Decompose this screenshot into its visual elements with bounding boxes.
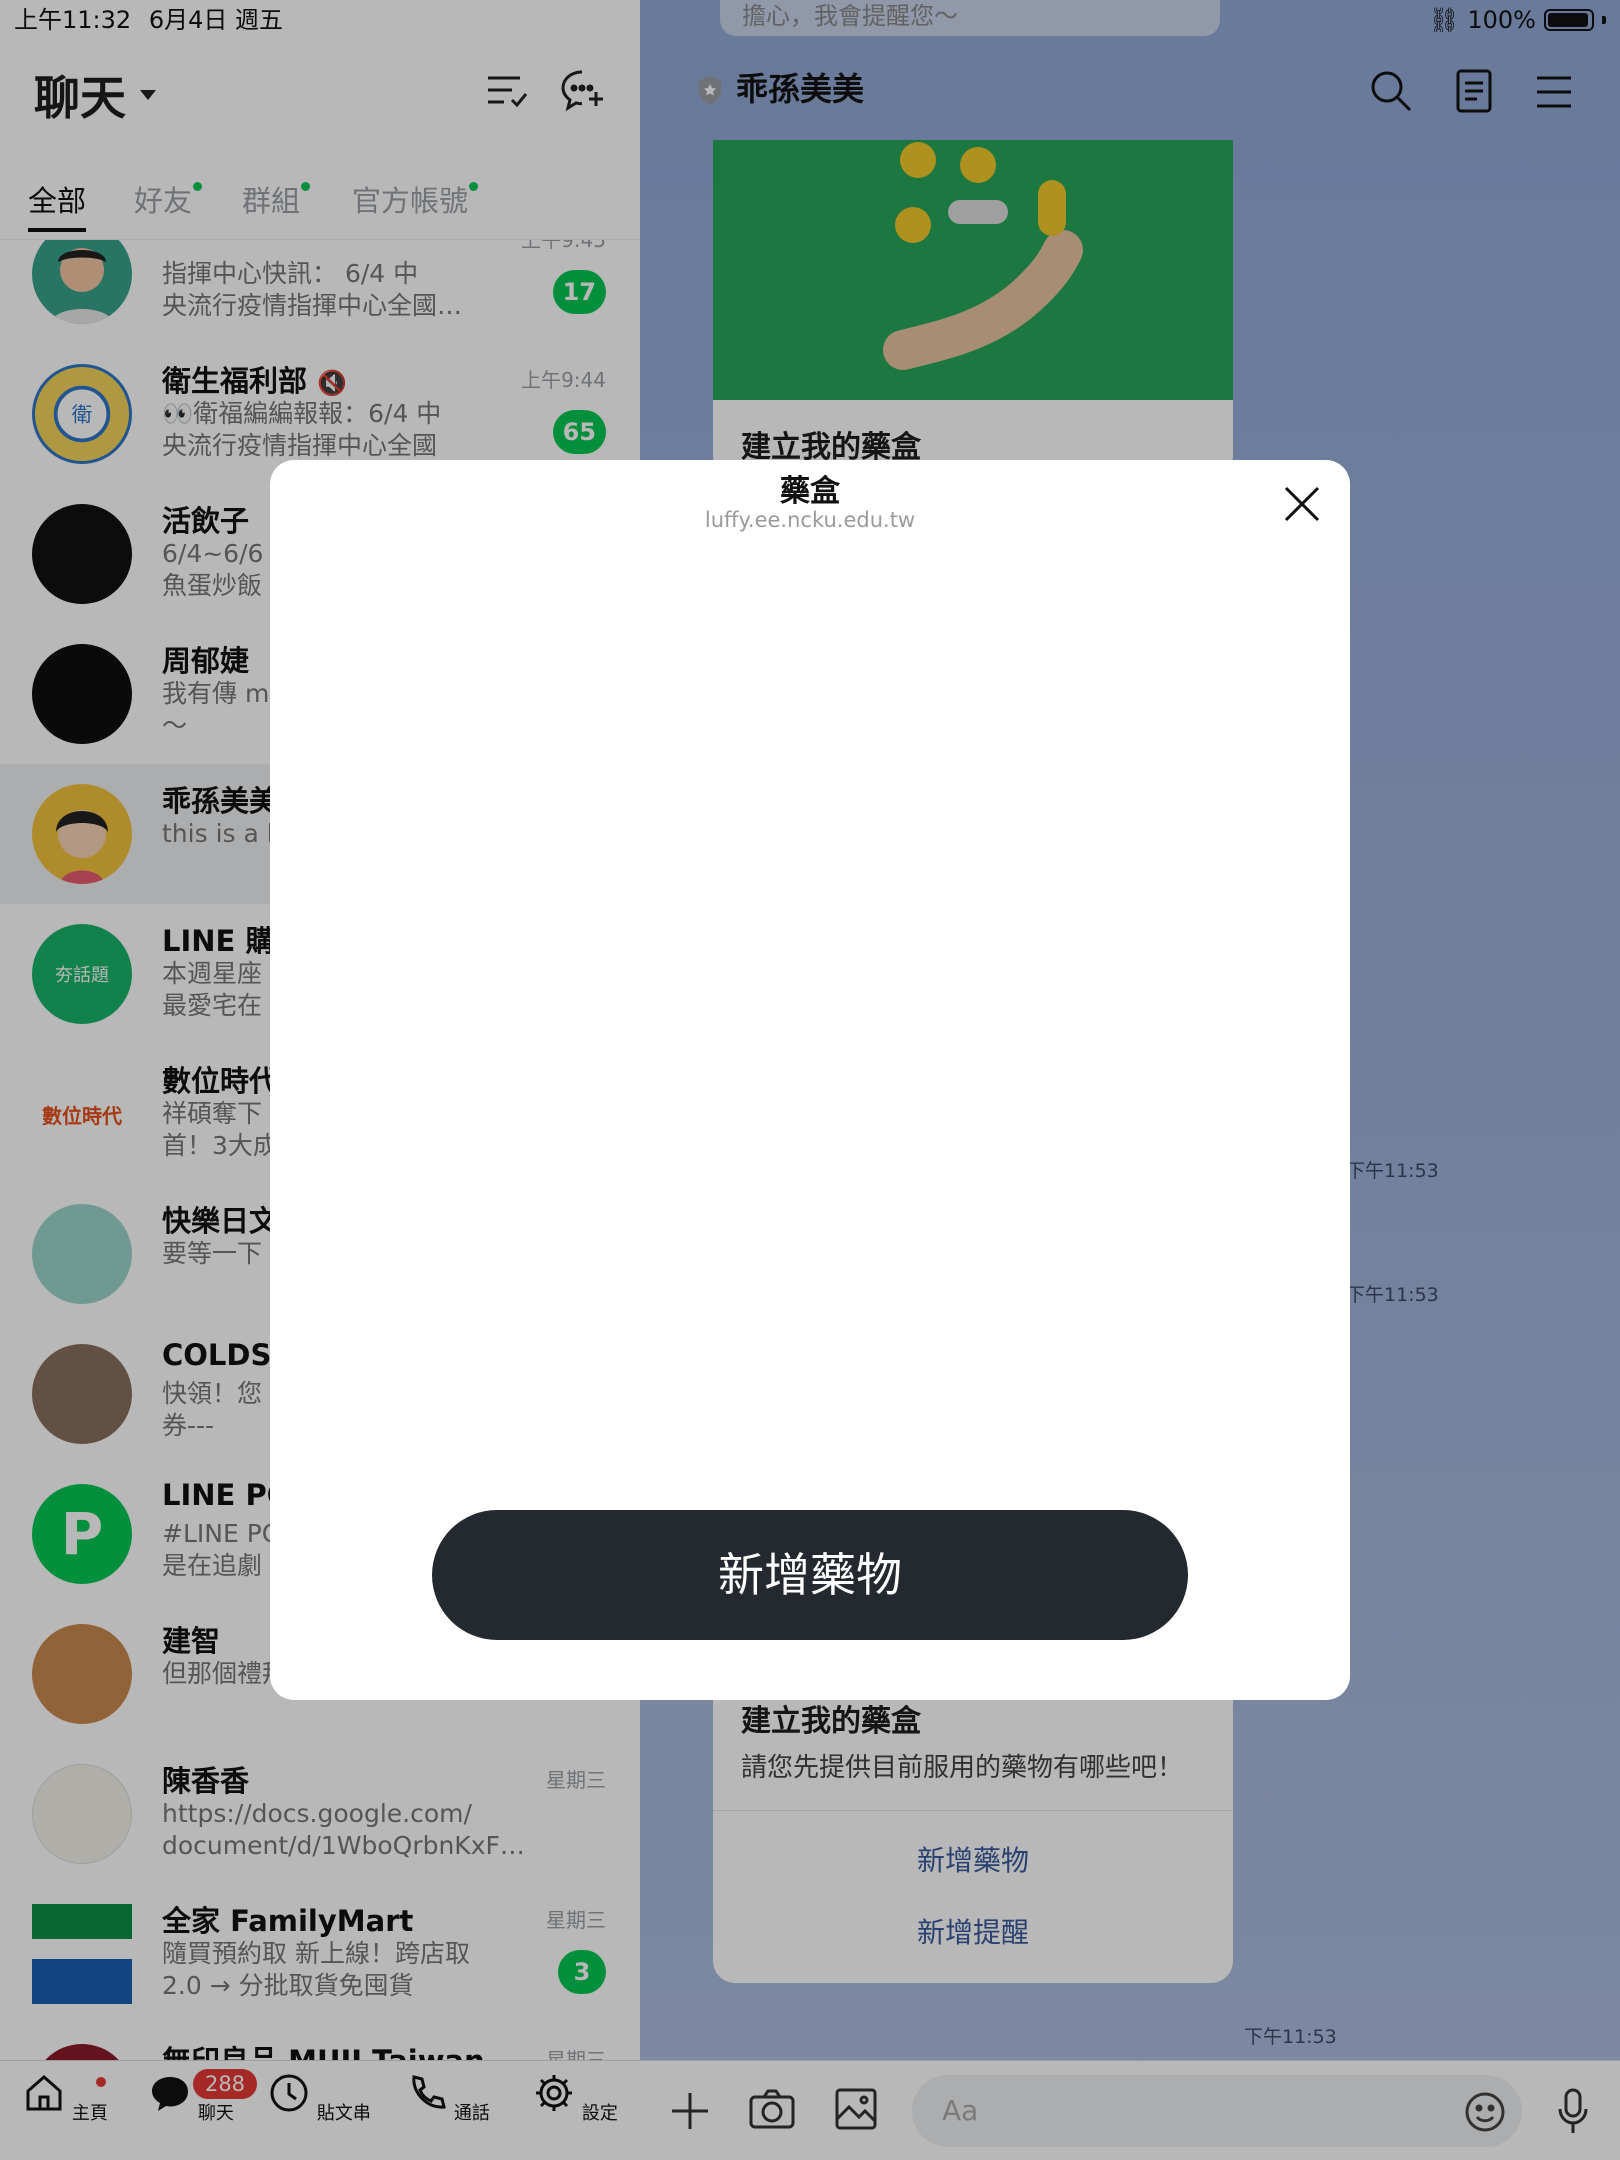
modal-title: 藥盒: [780, 474, 840, 509]
medicine-box-modal: 藥盒 luffy.ee.ncku.edu.tw 新增藥物: [270, 460, 1350, 1700]
close-icon[interactable]: [1280, 482, 1324, 526]
modal-url: luffy.ee.ncku.edu.tw: [704, 508, 916, 532]
add-medicine-button[interactable]: 新增藥物: [432, 1510, 1188, 1640]
